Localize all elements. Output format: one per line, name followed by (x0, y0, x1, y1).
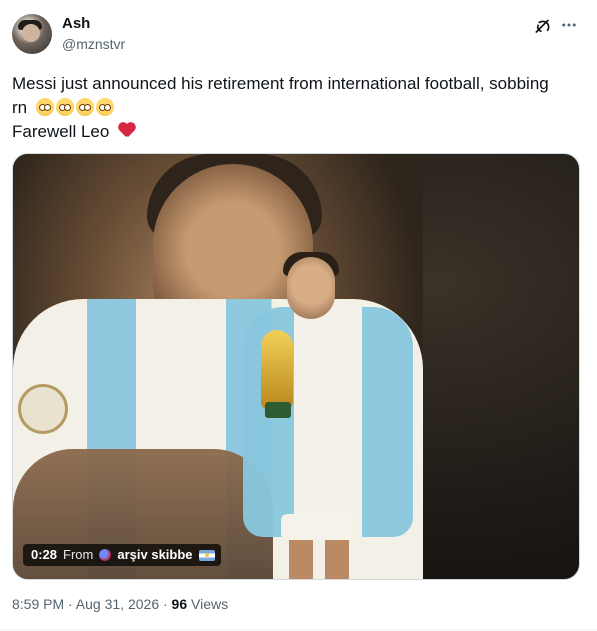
tweet-line-3: Farewell Leo (12, 120, 584, 144)
trophy-base (265, 402, 291, 418)
heart-with-ribbon-icon (118, 123, 136, 139)
world-cup-trophy (261, 330, 293, 410)
video-source-badge[interactable]: 0:28 From arşiv skibbe (23, 544, 221, 566)
user-handle[interactable]: @mznstvr (62, 36, 125, 52)
tweet-line-2-prefix: rn (12, 98, 28, 117)
player-shorts (281, 514, 357, 540)
more-icon[interactable] (560, 16, 578, 34)
player-legs (289, 540, 349, 579)
video-player[interactable]: 0:28 From arşiv skibbe (12, 153, 580, 580)
display-name[interactable]: Ash (62, 15, 90, 32)
player-with-trophy (233, 252, 433, 579)
tweet-line-2: rn (12, 96, 584, 120)
pleading-face-icon (75, 98, 94, 116)
source-avatar-icon (99, 549, 112, 561)
tweet-line-1: Messi just announced his retirement from… (12, 74, 549, 93)
tweet-line-3-text: Farewell Leo (12, 122, 110, 141)
tweet-text: Messi just announced his retirement from… (12, 72, 584, 144)
video-duration: 0:28 (31, 547, 58, 562)
jersey-patch (18, 384, 68, 434)
argentina-flag-icon (198, 549, 215, 561)
avatar[interactable] (12, 14, 52, 54)
from-label: From (63, 547, 94, 562)
pleading-face-icon (35, 98, 54, 116)
small-player-head (287, 257, 335, 319)
bottom-divider (0, 629, 597, 630)
pleading-face-icon (95, 98, 114, 116)
timestamp[interactable]: 8:59 PM · Aug 31, 2026 · (12, 596, 168, 612)
grok-icon[interactable] (533, 17, 553, 37)
tweet-metadata: 8:59 PM · Aug 31, 2026 · 96 Views (12, 596, 228, 612)
avatar-face (22, 24, 40, 42)
views-count: 96 (171, 596, 188, 612)
tweet-card: Ash @mznstvr Messi just announced his re… (0, 0, 597, 631)
source-name[interactable]: arşiv skibbe (117, 544, 192, 566)
views-label: Views (191, 596, 229, 612)
pleading-face-icon (55, 98, 74, 116)
